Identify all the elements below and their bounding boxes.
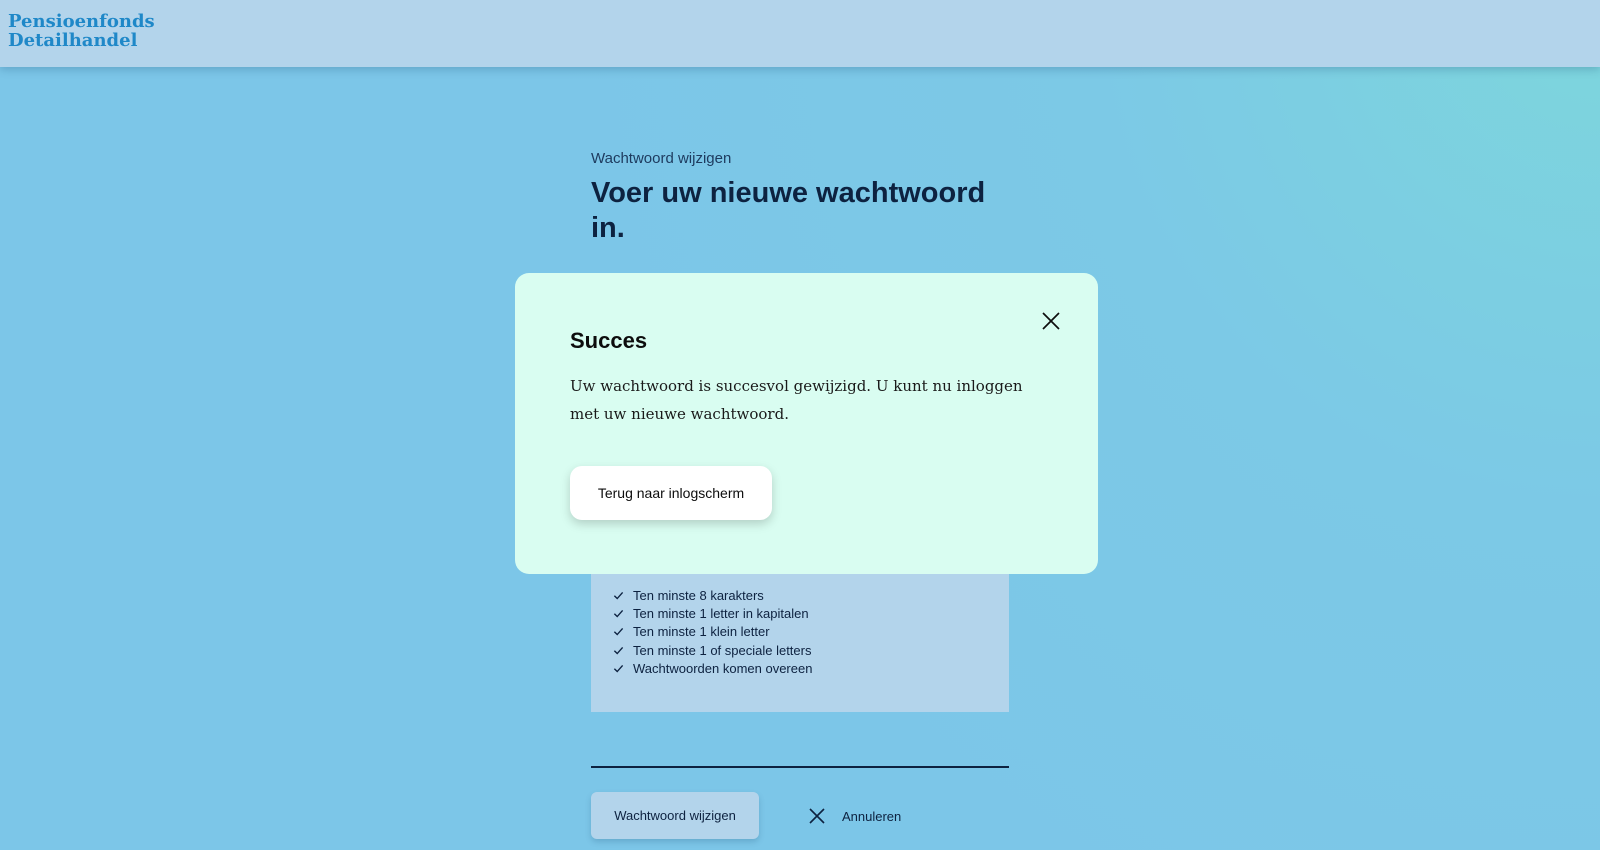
requirement-label: Wachtwoorden komen overeen [633,660,813,676]
cancel-label: Annuleren [842,808,902,824]
check-icon [613,609,624,618]
requirement-label: Ten minste 1 letter in kapitalen [633,605,809,621]
divider [591,766,1009,768]
requirement-item: Ten minste 1 klein letter [613,623,812,641]
logo-line-1: Pensioenfonds [8,11,155,32]
close-icon[interactable] [1041,311,1061,331]
close-icon [809,808,825,824]
top-bar: Pensioenfonds Detailhandel [0,0,1600,67]
check-icon [613,664,624,673]
logo-line-2: Detailhandel [8,30,138,51]
check-icon [613,628,624,636]
cancel-button[interactable]: Annuleren [808,806,901,826]
requirement-item: Ten minste 1 of speciale letters [613,641,812,659]
modal-title: Succes [570,328,648,353]
page-subtitle: Wachtwoord wijzigen [591,150,732,167]
requirement-item: Wachtwoorden komen overeen [613,659,812,677]
requirement-item: Ten minste 8 karakters [613,586,812,604]
page-title: Voer uw nieuwe wachtwoord in. [591,177,986,244]
brand-logo[interactable]: Pensioenfonds Detailhandel [8,12,155,50]
password-requirements-panel: Ten minste 8 karakters Ten minste 1 lett… [591,560,1009,712]
back-to-login-button[interactable]: Terug naar inlogscherm [570,466,772,520]
change-password-button[interactable]: Wachtwoord wijzigen [591,792,759,839]
requirement-label: Ten minste 1 of speciale letters [633,642,812,658]
requirement-label: Ten minste 1 klein letter [633,624,770,640]
requirements-list: Ten minste 8 karakters Ten minste 1 lett… [613,586,812,677]
check-icon [613,646,624,655]
modal-message: Uw wachtwoord is succesvol gewijzigd. U … [570,377,1023,423]
requirement-label: Ten minste 8 karakters [633,587,764,603]
check-icon [613,591,624,600]
success-modal: Succes Uw wachtwoord is succesvol gewijz… [515,273,1098,574]
requirement-item: Ten minste 1 letter in kapitalen [613,604,812,622]
